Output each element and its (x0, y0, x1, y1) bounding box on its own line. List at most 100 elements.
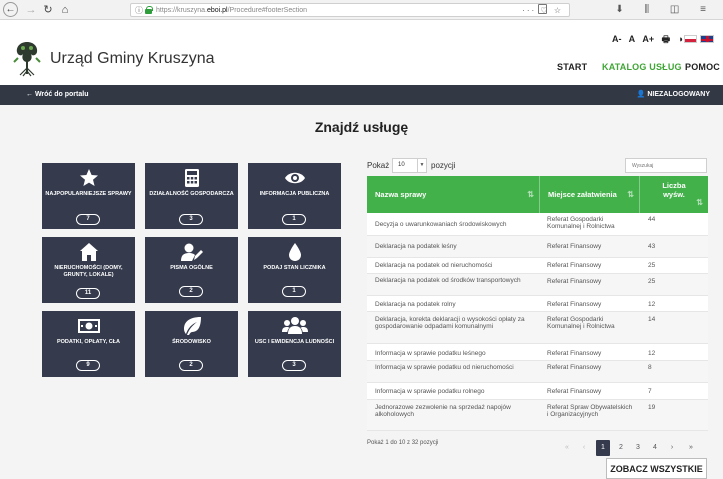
lock-icon (145, 6, 153, 14)
tile-dzialalnosc-gospodarcza[interactable]: DZIAŁALNOŚĆ GOSPODARCZA 3 (145, 163, 238, 229)
table-row[interactable]: Deklaracja na podatek od środków transpo… (367, 274, 708, 296)
home-icon (42, 242, 135, 262)
address-bar[interactable]: ⓘ https://kruszyna.eboi.pl/Procedure#foo… (130, 3, 570, 17)
calculator-icon (145, 168, 238, 188)
show-label: Pokaż (367, 161, 390, 170)
show-suffix: pozycji (431, 161, 456, 170)
tile-count-badge: 2 (179, 360, 203, 371)
tile-label: PODATKI, OPŁATY, CŁA (56, 339, 121, 345)
tile-nieruchomosci[interactable]: NIERUCHOMOŚCI (DOMY, GRUNTY, LOKALE) 11 (42, 237, 135, 303)
print-icon[interactable]: 🖶 (662, 34, 671, 44)
table-header: Nazwa sprawy ⇅ Miejsce załatwienia ⇅ Lic… (367, 176, 708, 213)
tile-count-badge: 2 (179, 286, 203, 297)
pagination-last[interactable]: » (684, 440, 698, 456)
pagination-page-2[interactable]: 2 (615, 440, 627, 456)
tile-count-badge: 1 (282, 214, 306, 225)
search-input[interactable] (625, 158, 707, 173)
eye-icon (248, 168, 341, 188)
font-larger-button[interactable]: A+ (642, 34, 654, 44)
pagination-first[interactable]: « (560, 440, 574, 456)
portal-bar: ← Wróć do portalu 👤 NIEZALOGOWANY (0, 85, 723, 105)
login-status[interactable]: 👤 NIEZALOGOWANY (637, 85, 710, 105)
polish-flag-icon[interactable] (684, 35, 697, 43)
table-row[interactable]: Decyzja o uwarunkowaniach środowiskowych… (367, 213, 708, 236)
column-header-nazwa[interactable]: Nazwa sprawy ⇅ (367, 176, 539, 213)
pagination-page-3[interactable]: 3 (632, 440, 644, 456)
back-arrow-icon[interactable]: ← (3, 2, 18, 17)
nav-katalog-uslug[interactable]: KATALOG USŁUG (602, 62, 682, 72)
coat-of-arms-logo[interactable] (12, 38, 42, 78)
chevron-down-icon: ▼ (417, 159, 426, 172)
table-row[interactable]: Informacja w sprawie podatku leśnego Ref… (367, 344, 708, 361)
english-flag-icon[interactable] (700, 35, 714, 43)
leaf-icon (145, 316, 238, 336)
table-row[interactable]: Informacja w sprawie podatku od nierucho… (367, 361, 708, 383)
page-size-value: 10 (398, 162, 405, 168)
tile-count-badge: 3 (282, 360, 306, 371)
tile-label: PISMA OGÓLNE (170, 265, 213, 271)
sort-icon: ⇅ (527, 190, 534, 199)
table-info: Pokaż 1 do 10 z 32 pozycji (367, 440, 439, 446)
pagination-page-4[interactable]: 4 (649, 440, 661, 456)
star-icon (42, 168, 135, 188)
tile-count-badge: 3 (179, 214, 203, 225)
forward-arrow-icon[interactable]: → (23, 2, 39, 18)
table-row[interactable]: Jednorazowe zezwolenie na sprzedaż napoj… (367, 400, 708, 431)
url-text: https://kruszyna.eboi.pl/Procedure#foote… (156, 7, 307, 14)
tile-podaj-stan-licznika[interactable]: PODAJ STAN LICZNIKA 1 (248, 237, 341, 303)
tile-count-badge: 11 (76, 288, 100, 299)
site-header: Urząd Gminy Kruszyna A- A A+ 🖶 ◑ START K… (0, 20, 723, 85)
sort-icon: ⇅ (696, 198, 703, 207)
tile-label: USC I EWIDENCJA LUDNOŚCI (254, 339, 335, 345)
page-size-select[interactable]: 10 ▼ (392, 158, 427, 173)
pagination-next[interactable]: › (666, 440, 678, 456)
column-header-miejsce[interactable]: Miejsce załatwienia ⇅ (539, 176, 639, 213)
tile-count-badge: 9 (76, 360, 100, 371)
tile-label: NAJPOPULARNIEJSZE SPRAWY (45, 191, 132, 197)
reload-icon[interactable]: ↻ (40, 2, 56, 18)
user-edit-icon (145, 242, 238, 262)
table-row[interactable]: Deklaracja na podatek od nieruchomości R… (367, 258, 708, 274)
font-smaller-button[interactable]: A- (612, 34, 622, 44)
nav-start[interactable]: START (557, 62, 587, 72)
tile-usc-ewidencja-ludnosci[interactable]: USC I EWIDENCJA LUDNOŚCI 3 (248, 311, 341, 377)
tile-srodowisko[interactable]: ŚRODOWISKO 2 (145, 311, 238, 377)
tile-label: INFORMACJA PUBLICZNA (259, 191, 330, 197)
nav-pomoc[interactable]: POMOC (685, 62, 720, 72)
sort-icon: ⇅ (627, 190, 634, 199)
tile-najpopularniejsze-sprawy[interactable]: NAJPOPULARNIEJSZE SPRAWY 7 (42, 163, 135, 229)
browser-toolbar: ← → ↻ ⌂ ⓘ https://kruszyna.eboi.pl/Proce… (0, 0, 723, 20)
tile-label: DZIAŁALNOŚĆ GOSPODARCZA (149, 191, 234, 197)
column-header-liczba[interactable]: Liczba wyśw. ⇅ (639, 176, 708, 213)
drop-icon (248, 242, 341, 262)
back-to-portal-link[interactable]: ← Wróć do portalu (26, 85, 88, 105)
table-row[interactable]: Deklaracja, korekta deklaracji o wysokoś… (367, 312, 708, 344)
tile-pisma-ogolne[interactable]: PISMA OGÓLNE 2 (145, 237, 238, 303)
table-row[interactable]: Deklaracja na podatek rolny Referat Fina… (367, 296, 708, 312)
tile-count-badge: 1 (282, 286, 306, 297)
services-table: Nazwa sprawy ⇅ Miejsce załatwienia ⇅ Lic… (367, 176, 708, 431)
tile-label: PODAJ STAN LICZNIKA (263, 265, 326, 271)
pagination-prev[interactable]: ‹ (578, 440, 590, 456)
reader-view-icon[interactable] (538, 4, 547, 14)
tile-count-badge: 7 (76, 214, 100, 225)
site-title[interactable]: Urząd Gminy Kruszyna (50, 50, 215, 68)
tile-label: NIERUCHOMOŚCI (DOMY, GRUNTY, LOKALE) (54, 265, 123, 278)
users-icon (248, 316, 341, 336)
pagination-page-1[interactable]: 1 (596, 440, 610, 456)
table-row[interactable]: Deklaracja na podatek leśny Referat Fina… (367, 236, 708, 258)
browser-menu-icons[interactable]: ⬇ ⫼ ◫ ≡ (615, 2, 715, 18)
table-body: Decyzja o uwarunkowaniach środowiskowych… (367, 213, 708, 431)
page-title: Znajdź usługę (314, 119, 409, 135)
table-row[interactable]: Informacja w sprawie podatku rolnego Ref… (367, 383, 708, 400)
see-all-button[interactable]: ZOBACZ WSZYSTKIE (606, 458, 707, 479)
money-icon (42, 316, 135, 336)
tile-informacja-publiczna[interactable]: INFORMACJA PUBLICZNA 1 (248, 163, 341, 229)
home-icon[interactable]: ⌂ (57, 2, 73, 18)
contrast-icon[interactable]: ◑ (678, 34, 683, 44)
tile-label: ŚRODOWISKO (172, 339, 211, 345)
accessibility-controls: A- A A+ 🖶 ◑ (612, 32, 688, 48)
tile-podatki-oplaty-cla[interactable]: PODATKI, OPŁATY, CŁA 9 (42, 311, 135, 377)
font-normal-button[interactable]: A (629, 34, 636, 44)
info-icon[interactable]: ⓘ (135, 4, 143, 17)
